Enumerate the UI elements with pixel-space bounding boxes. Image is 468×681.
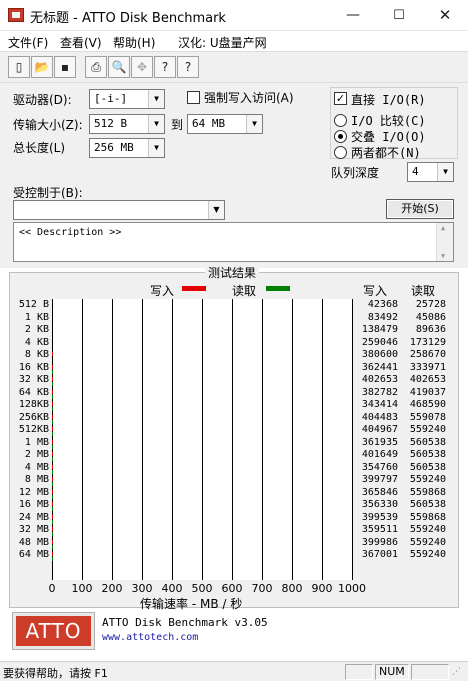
transfer-from-value: 512 B bbox=[94, 117, 128, 130]
toolbar: ▯ 📂 ▪ ⎙ 🔍 ✥ ? ? bbox=[0, 51, 468, 83]
chart-plot-area bbox=[52, 299, 352, 580]
description-textarea[interactable]: << Description >> bbox=[13, 222, 454, 262]
title-bar: 无标题 - ATTO Disk Benchmark — ☐ ✕ bbox=[0, 0, 468, 31]
io-compare-radio[interactable] bbox=[334, 114, 347, 127]
drive-select[interactable]: [-i-] ▼ bbox=[89, 89, 165, 109]
write-column-header: 写入 bbox=[363, 284, 388, 298]
queue-depth-select[interactable]: 4 ▼ bbox=[407, 162, 454, 182]
menu-file[interactable]: 文件(F) bbox=[8, 34, 48, 51]
legend-write-label: 写入 bbox=[150, 284, 175, 298]
neither-radio[interactable] bbox=[334, 146, 347, 159]
total-length-label: 总长度(L) bbox=[13, 141, 66, 155]
minimize-button[interactable]: — bbox=[330, 0, 376, 31]
print-preview-icon[interactable]: 🔍 bbox=[108, 56, 130, 78]
start-button[interactable]: 开始(S) bbox=[386, 199, 454, 219]
direct-io-checkbox[interactable]: ✓ bbox=[334, 92, 347, 105]
status-caps bbox=[345, 664, 373, 680]
transfer-to-select[interactable]: 64 MB ▼ bbox=[187, 114, 263, 134]
legend-read-label: 读取 bbox=[232, 284, 257, 298]
save-disk-icon[interactable]: ▪ bbox=[54, 56, 76, 78]
queue-depth-value: 4 bbox=[412, 165, 419, 178]
legend-write-swatch bbox=[182, 286, 206, 291]
transfer-to-label: 到 bbox=[171, 118, 184, 132]
controlled-by-label: 受控制于(B): bbox=[13, 186, 83, 200]
legend-read-swatch bbox=[266, 286, 290, 291]
read-column-header: 读取 bbox=[411, 284, 436, 298]
queue-depth-label: 队列深度 bbox=[331, 166, 380, 180]
settings-panel: 驱动器(D): [-i-] ▼ 强制写入访问(A) 传输大小(Z): 512 B… bbox=[0, 83, 468, 268]
website-link[interactable]: www.attotech.com bbox=[102, 632, 198, 643]
context-help-icon[interactable]: ? bbox=[177, 56, 199, 78]
total-length-value: 256 MB bbox=[94, 141, 134, 154]
chevron-down-icon: ▼ bbox=[148, 115, 164, 133]
menu-localization[interactable]: 汉化: U盘量产网 bbox=[178, 34, 267, 51]
resize-grip-icon: ⋰ bbox=[452, 667, 461, 677]
write-through-label: 强制写入访问(A) bbox=[204, 91, 294, 105]
description-text: << Description >> bbox=[19, 227, 122, 238]
chevron-down-icon: ▼ bbox=[148, 139, 164, 157]
direct-io-label: 直接 I/O(R) bbox=[351, 93, 426, 107]
description-scrollbar[interactable] bbox=[436, 223, 453, 261]
write-through-checkbox[interactable] bbox=[187, 91, 200, 104]
chevron-down-icon: ▼ bbox=[148, 90, 164, 108]
open-folder-icon[interactable]: 📂 bbox=[31, 56, 53, 78]
transfer-to-value: 64 MB bbox=[192, 117, 226, 130]
status-hint: 要获得帮助，请按 F1 bbox=[3, 667, 108, 680]
transfer-from-select[interactable]: 512 B ▼ bbox=[89, 114, 165, 134]
io-compare-label: I/O 比较(C) bbox=[351, 114, 426, 128]
status-num: NUM bbox=[375, 664, 409, 680]
total-length-select[interactable]: 256 MB ▼ bbox=[89, 138, 165, 158]
menu-help[interactable]: 帮助(H) bbox=[113, 34, 155, 51]
chevron-down-icon: ▼ bbox=[246, 115, 262, 133]
menu-view[interactable]: 查看(V) bbox=[60, 34, 102, 51]
chevron-down-icon: ▼ bbox=[208, 201, 224, 219]
help-icon[interactable]: ? bbox=[154, 56, 176, 78]
neither-label: 两者都不(N) bbox=[351, 146, 421, 160]
atto-logo: ATTO bbox=[13, 613, 94, 649]
chevron-down-icon: ▼ bbox=[437, 163, 453, 181]
menu-bar: 文件(F) 查看(V) 帮助(H) 汉化: U盘量产网 bbox=[0, 31, 468, 51]
drive-label: 驱动器(D): bbox=[13, 93, 72, 107]
window-title: 无标题 - ATTO Disk Benchmark bbox=[30, 11, 226, 26]
close-button[interactable]: ✕ bbox=[422, 0, 468, 31]
move-icon[interactable]: ✥ bbox=[131, 56, 153, 78]
app-icon bbox=[8, 8, 24, 22]
print-icon[interactable]: ⎙ bbox=[85, 56, 107, 78]
io-options-group: ✓ 直接 I/O(R) I/O 比较(C) 交叠 I/O(O) 两者都不(N) bbox=[330, 87, 458, 160]
results-title: 测试结果 bbox=[205, 264, 260, 281]
maximize-button[interactable]: ☐ bbox=[376, 0, 422, 31]
overlapped-io-label: 交叠 I/O(O) bbox=[351, 130, 426, 144]
overlapped-io-radio[interactable] bbox=[334, 130, 347, 143]
drive-value: [-i-] bbox=[94, 92, 128, 105]
x-axis-label: 传输速率 - MB / 秒 bbox=[140, 597, 243, 611]
product-name: ATTO Disk Benchmark v3.05 bbox=[102, 616, 268, 629]
new-document-icon[interactable]: ▯ bbox=[8, 56, 30, 78]
status-bar: 要获得帮助，请按 F1 NUM ⋰ bbox=[0, 661, 468, 681]
transfer-size-label: 传输大小(Z): bbox=[13, 118, 83, 132]
controlled-by-select[interactable]: ▼ bbox=[13, 200, 225, 220]
status-scroll bbox=[411, 664, 449, 680]
